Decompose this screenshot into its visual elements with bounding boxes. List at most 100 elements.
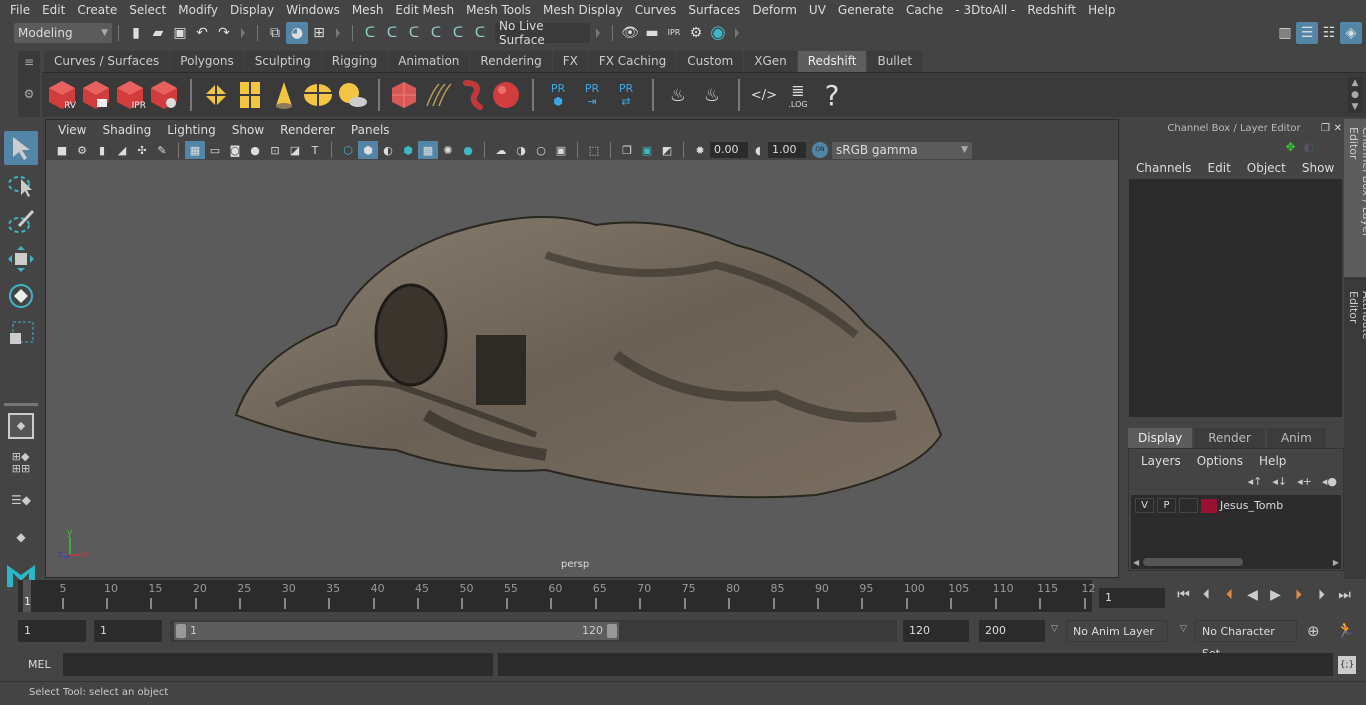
- collapse-icon[interactable]: [596, 27, 600, 38]
- make-live-icon[interactable]: ᑕ: [469, 22, 491, 44]
- range-start-handle[interactable]: [176, 624, 186, 638]
- grease-pencil-icon[interactable]: ✎: [152, 141, 172, 159]
- undo-icon[interactable]: ↶: [191, 22, 213, 44]
- smooth-shade-icon[interactable]: ⬢: [358, 141, 378, 159]
- camera-attributes-icon[interactable]: ⚙: [72, 141, 92, 159]
- wireframe-icon[interactable]: ⬡: [338, 141, 358, 159]
- render-frame-icon[interactable]: ▬: [641, 22, 663, 44]
- image-plane-icon[interactable]: ◢: [112, 141, 132, 159]
- snap-surface-icon[interactable]: ᑕ: [447, 22, 469, 44]
- character-set-dropdown-icon[interactable]: ▽: [1180, 624, 1187, 634]
- use-all-lights-icon[interactable]: ✺: [438, 141, 458, 159]
- rs-pr-swap-icon[interactable]: PR ⇄: [610, 77, 642, 113]
- rs-bake-all-icon[interactable]: ♨: [662, 77, 694, 113]
- layer-display-type-toggle[interactable]: [1179, 498, 1198, 513]
- rs-light-spot-icon[interactable]: [268, 77, 300, 113]
- menu-select[interactable]: Select: [123, 3, 172, 17]
- attribute-editor-toggle-icon[interactable]: ☰: [1296, 21, 1318, 44]
- depth-of-field-icon[interactable]: ▣: [551, 141, 571, 159]
- menu-display[interactable]: Display: [224, 3, 280, 17]
- outliner-persp-layout-icon[interactable]: ☰◆: [4, 483, 38, 517]
- shelf-tab-fx[interactable]: FX: [552, 51, 588, 72]
- select-tool-icon[interactable]: [4, 131, 38, 165]
- anti-aliasing-icon[interactable]: ○: [531, 141, 551, 159]
- play-backwards-icon[interactable]: ◀: [1241, 587, 1264, 603]
- layer-tab-render[interactable]: Render: [1194, 428, 1265, 448]
- menu-3dtoall[interactable]: - 3DtoAll -: [949, 3, 1021, 17]
- time-slider[interactable]: 1 5 10 15 20 25 30 35 40 45 50 55 60 65 70 75 80 85 90 95 1…: [18, 580, 1096, 612]
- rs-volume-icon[interactable]: [388, 77, 420, 113]
- menu-modify[interactable]: Modify: [172, 3, 224, 17]
- vp-menu-show[interactable]: Show: [224, 123, 272, 137]
- menu-surfaces[interactable]: Surfaces: [682, 3, 746, 17]
- rs-script-icon[interactable]: </>: [748, 77, 780, 113]
- render-settings-icon[interactable]: ⚙: [685, 22, 707, 44]
- exposure-icon[interactable]: ✹: [690, 141, 710, 159]
- snap-grid-icon[interactable]: ᑕ: [359, 22, 381, 44]
- select-component-icon[interactable]: ⊞: [308, 22, 330, 44]
- xray-active-components-icon[interactable]: ▣: [637, 141, 657, 159]
- vp-menu-shading[interactable]: Shading: [94, 123, 159, 137]
- menu-edit-mesh[interactable]: Edit Mesh: [389, 3, 460, 17]
- menu-file[interactable]: File: [4, 3, 36, 17]
- film-gate-icon[interactable]: ▭: [205, 141, 225, 159]
- gamma-icon[interactable]: ◖: [748, 141, 768, 159]
- layer-tab-display[interactable]: Display: [1128, 428, 1193, 448]
- exposure-field[interactable]: 0.00: [710, 142, 748, 158]
- rs-help-icon[interactable]: ?: [816, 77, 848, 113]
- layer-menu-options[interactable]: Options: [1197, 454, 1243, 468]
- collapse-icon[interactable]: [241, 27, 245, 38]
- speed-icon[interactable]: ◐: [1304, 140, 1314, 154]
- scale-tool-icon[interactable]: [4, 316, 38, 350]
- shelf-tab-rigging[interactable]: Rigging: [321, 51, 388, 72]
- rs-sphere-icon[interactable]: [490, 77, 522, 113]
- shelf-tab-rendering[interactable]: Rendering: [470, 51, 552, 72]
- step-forward-frame-icon[interactable]: ⏵: [1310, 587, 1333, 603]
- redshift-render-view-icon[interactable]: RV: [46, 77, 78, 113]
- range-slider-bar[interactable]: 1 120: [174, 622, 619, 640]
- script-editor-icon[interactable]: {;}: [1338, 656, 1356, 674]
- menu-edit[interactable]: Edit: [36, 3, 71, 17]
- rs-light-dome-icon[interactable]: [302, 77, 334, 113]
- screen-space-ao-icon[interactable]: ☁: [491, 141, 511, 159]
- redo-icon[interactable]: ↷: [213, 22, 235, 44]
- tool-settings-icon[interactable]: ☷: [1318, 22, 1340, 44]
- cb-menu-show[interactable]: Show: [1302, 161, 1334, 175]
- go-to-end-icon[interactable]: ⏭: [1333, 587, 1356, 603]
- redshift-batch-render-icon[interactable]: [80, 77, 112, 113]
- viewport-panel[interactable]: View Shading Lighting Show Renderer Pane…: [45, 119, 1119, 578]
- close-panel-icon[interactable]: ✕: [1334, 123, 1342, 134]
- shelf-tab-xgen[interactable]: XGen: [744, 51, 797, 72]
- motion-blur-icon[interactable]: ◑: [511, 141, 531, 159]
- snap-curve-icon[interactable]: ᑕ: [381, 22, 403, 44]
- resolution-gate-icon[interactable]: ◙: [225, 141, 245, 159]
- manipulator-icon[interactable]: ✥: [1285, 140, 1295, 154]
- rs-pr-export-icon[interactable]: PR ⇥: [576, 77, 608, 113]
- scroll-right-icon[interactable]: ▶: [1333, 558, 1339, 567]
- go-to-start-icon[interactable]: ⏮: [1172, 587, 1195, 603]
- vp-menu-view[interactable]: View: [50, 123, 94, 137]
- redshift-ipr-icon[interactable]: IPR: [114, 77, 146, 113]
- gamma-field[interactable]: 1.00: [768, 142, 806, 158]
- menu-cache[interactable]: Cache: [900, 3, 949, 17]
- cb-menu-object[interactable]: Object: [1247, 161, 1286, 175]
- hypershade-icon[interactable]: ◉: [707, 22, 729, 44]
- new-layer-selected-icon[interactable]: ◂●: [1322, 475, 1337, 488]
- character-set-field[interactable]: No Character Set: [1195, 620, 1297, 660]
- range-slider-track[interactable]: 1 120: [170, 620, 897, 642]
- snap-point-icon[interactable]: ᑕ: [403, 22, 425, 44]
- step-back-key-icon[interactable]: ⏴: [1218, 587, 1241, 603]
- live-surface-field[interactable]: No Live Surface: [495, 19, 590, 47]
- camera-icon[interactable]: ■: [52, 141, 72, 159]
- current-frame-field[interactable]: 1: [1099, 588, 1165, 608]
- isolate-select-icon[interactable]: ⬚: [584, 141, 604, 159]
- play-forwards-icon[interactable]: ▶: [1264, 587, 1287, 603]
- layer-menu-layers[interactable]: Layers: [1141, 454, 1181, 468]
- redshift-settings-icon[interactable]: [148, 77, 180, 113]
- vp-menu-panels[interactable]: Panels: [343, 123, 398, 137]
- 3d-model-jesus-tomb[interactable]: [216, 205, 946, 505]
- step-forward-key-icon[interactable]: ⏵: [1287, 587, 1310, 603]
- rs-light-portal-icon[interactable]: [234, 77, 266, 113]
- channel-list[interactable]: [1129, 179, 1342, 417]
- command-input[interactable]: [63, 653, 493, 676]
